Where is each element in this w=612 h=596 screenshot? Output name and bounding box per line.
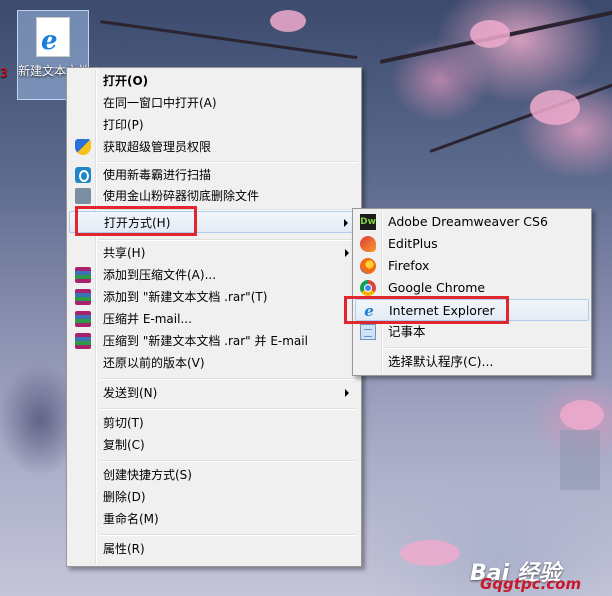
menu-item-label: 打开(O): [103, 74, 149, 88]
menu-item-label: 还原以前的版本(V): [103, 356, 205, 370]
pavilion: [560, 430, 600, 490]
menu-item-shred-file[interactable]: 使用金山粉碎器彻底删除文件: [69, 185, 359, 207]
submenu-item-notepad[interactable]: 记事本: [355, 321, 589, 343]
uac-shield-icon: [75, 139, 91, 155]
notepad-icon: [360, 324, 376, 340]
site-watermark: Gqgtpc.com: [480, 575, 582, 593]
menu-item-label: 删除(D): [103, 490, 146, 504]
menu-item-add-to-archive[interactable]: 添加到压缩文件(A)...: [69, 264, 359, 286]
truncated-desktop-label: 3: [0, 66, 8, 80]
submenu-item-label: Firefox: [388, 258, 430, 273]
winrar-icon: [75, 267, 91, 283]
menu-item-admin-rights[interactable]: 获取超级管理员权限: [69, 136, 359, 158]
menu-separator: [99, 408, 357, 410]
highlight-box-internet-explorer: [344, 296, 509, 324]
submenu-item-label: 选择默认程序(C)...: [388, 354, 494, 369]
menu-item-label: 使用金山粉碎器彻底删除文件: [103, 189, 260, 203]
menu-separator: [99, 378, 357, 380]
blossom: [470, 20, 510, 48]
menu-item-restore-versions[interactable]: 还原以前的版本(V): [69, 352, 359, 374]
tree-branch: [99, 20, 358, 60]
menu-item-label: 使用新毒霸进行扫描: [103, 168, 212, 182]
menu-item-label: 共享(H): [103, 246, 146, 260]
menu-item-label: 重命名(M): [103, 512, 159, 526]
firefox-icon: [360, 258, 376, 274]
chrome-icon: [360, 280, 376, 296]
menu-item-label: 压缩并 E-mail...: [103, 312, 192, 326]
submenu-arrow-icon: [345, 389, 349, 397]
menu-separator: [99, 161, 357, 163]
submenu-arrow-icon: [345, 249, 349, 257]
winrar-icon: [75, 289, 91, 305]
menu-item-open-same-window[interactable]: 在同一窗口中打开(A): [69, 92, 359, 114]
menu-item-label: 创建快捷方式(S): [103, 468, 192, 482]
menu-separator: [99, 460, 357, 462]
submenu-item-label: EditPlus: [388, 236, 438, 251]
menu-item-label: 打印(P): [103, 118, 144, 132]
open-with-submenu: Dw Adobe Dreamweaver CS6 EditPlus Firefo…: [352, 208, 592, 376]
winrar-icon: [75, 333, 91, 349]
menu-item-cut[interactable]: 剪切(T): [69, 412, 359, 434]
blossom: [560, 400, 604, 430]
blossom: [400, 540, 460, 566]
submenu-item-choose-default[interactable]: 选择默认程序(C)...: [355, 351, 589, 373]
menu-item-create-shortcut[interactable]: 创建快捷方式(S): [69, 464, 359, 486]
submenu-item-dreamweaver[interactable]: Dw Adobe Dreamweaver CS6: [355, 211, 589, 233]
submenu-item-label: Adobe Dreamweaver CS6: [388, 214, 548, 229]
internet-explorer-icon: e: [41, 26, 58, 56]
submenu-item-firefox[interactable]: Firefox: [355, 255, 589, 277]
menu-item-label: 属性(R): [103, 542, 145, 556]
dreamweaver-icon: Dw: [360, 214, 376, 230]
menu-item-label: 剪切(T): [103, 416, 144, 430]
menu-item-compress-rar-email[interactable]: 压缩到 "新建文本文档 .rar" 并 E-mail: [69, 330, 359, 352]
menu-item-delete[interactable]: 删除(D): [69, 486, 359, 508]
menu-item-label: 在同一窗口中打开(A): [103, 96, 217, 110]
menu-item-label: 添加到压缩文件(A)...: [103, 268, 217, 282]
editplus-icon: [360, 236, 376, 252]
menu-item-open[interactable]: 打开(O): [69, 70, 359, 92]
highlight-box-open-with: [75, 206, 197, 236]
blossom: [530, 90, 580, 125]
menu-item-label: 发送到(N): [103, 386, 158, 400]
html-file-icon: e: [36, 17, 70, 57]
file-shredder-icon: [75, 188, 91, 204]
submenu-item-label: 记事本: [388, 324, 426, 339]
menu-item-label: 复制(C): [103, 438, 145, 452]
winrar-icon: [75, 311, 91, 327]
menu-item-copy[interactable]: 复制(C): [69, 434, 359, 456]
menu-separator: [99, 534, 357, 536]
menu-item-antivirus-scan[interactable]: 使用新毒霸进行扫描: [69, 164, 359, 186]
submenu-arrow-icon: [344, 219, 348, 227]
menu-item-rename[interactable]: 重命名(M): [69, 508, 359, 530]
menu-item-print[interactable]: 打印(P): [69, 114, 359, 136]
context-menu: 打开(O) 在同一窗口中打开(A) 打印(P) 获取超级管理员权限 使用新毒霸进…: [66, 67, 362, 567]
menu-item-compress-email[interactable]: 压缩并 E-mail...: [69, 308, 359, 330]
menu-item-share[interactable]: 共享(H): [69, 242, 359, 264]
menu-item-send-to[interactable]: 发送到(N): [69, 382, 359, 404]
antivirus-scan-icon: [75, 167, 91, 183]
menu-item-label: 压缩到 "新建文本文档 .rar" 并 E-mail: [103, 334, 308, 348]
menu-item-properties[interactable]: 属性(R): [69, 538, 359, 560]
menu-item-label: 添加到 "新建文本文档 .rar"(T): [103, 290, 268, 304]
menu-item-add-to-rar[interactable]: 添加到 "新建文本文档 .rar"(T): [69, 286, 359, 308]
submenu-item-editplus[interactable]: EditPlus: [355, 233, 589, 255]
menu-separator: [385, 347, 587, 349]
tree-branch: [429, 81, 612, 153]
menu-item-label: 获取超级管理员权限: [103, 140, 212, 154]
blossom: [270, 10, 306, 32]
menu-separator: [99, 239, 357, 241]
